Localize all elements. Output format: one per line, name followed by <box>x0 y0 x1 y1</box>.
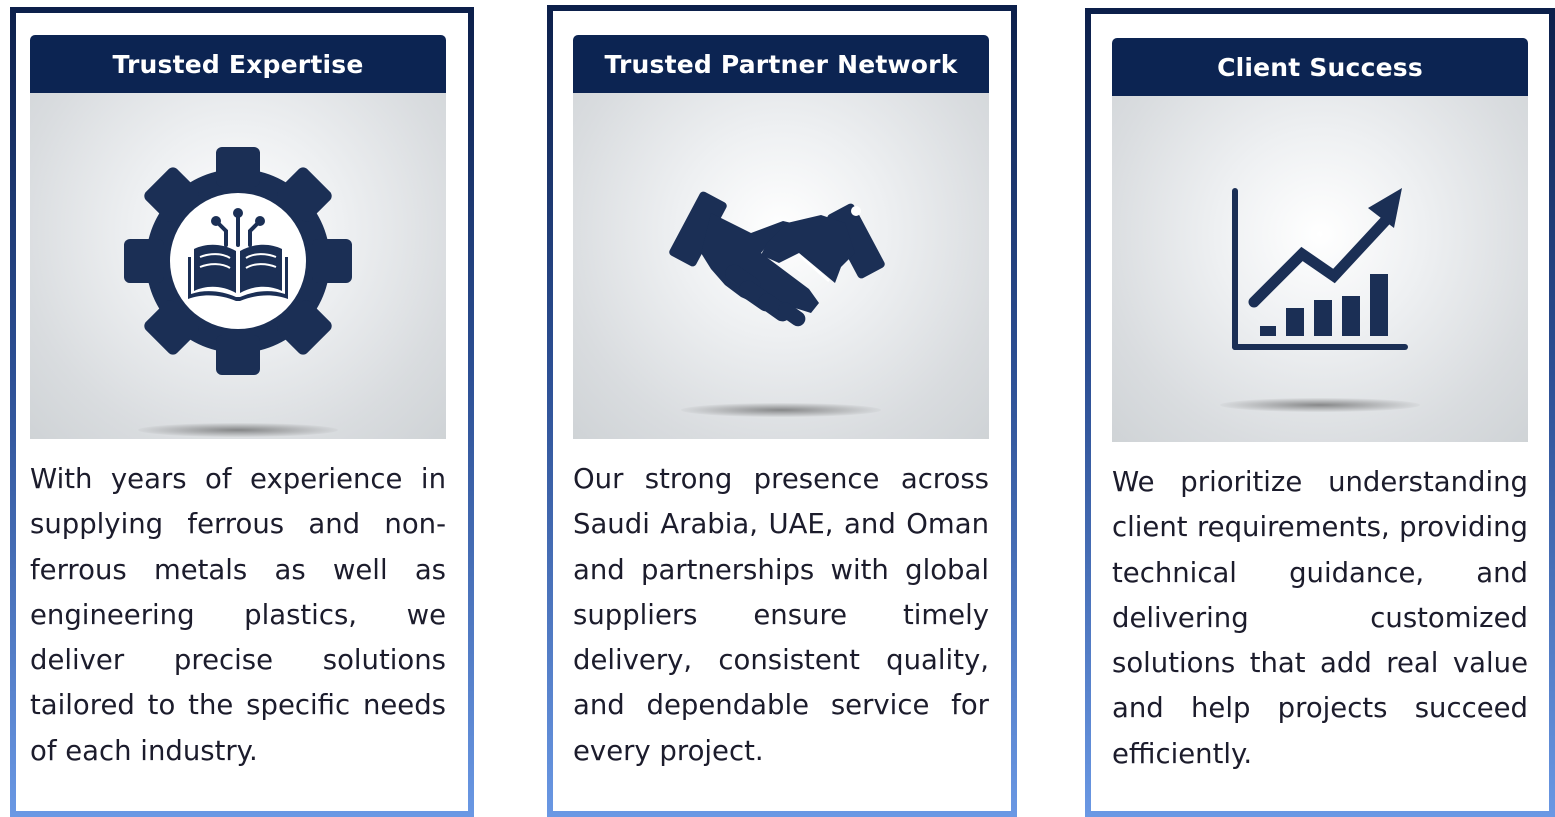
card-description: Our strong presence across Saudi Arabia,… <box>573 463 989 767</box>
card-title: Trusted Expertise <box>30 35 446 93</box>
card-trusted-partner-network: Trusted Partner Network Our strong prese… <box>547 5 1017 817</box>
card-description: With years of experience in supplying fe… <box>30 463 446 767</box>
card-image <box>30 93 446 439</box>
card-description: We prioritize understanding client requi… <box>1112 466 1528 770</box>
card-title: Client Success <box>1112 38 1528 96</box>
handshake-icon <box>669 191 885 327</box>
card-title: Trusted Partner Network <box>573 35 989 93</box>
card-trusted-expertise: Trusted Expertise With years of experien… <box>10 7 474 817</box>
growth-chart-icon <box>1232 188 1408 350</box>
gear-book-icon <box>124 147 352 375</box>
card-image <box>1112 96 1528 442</box>
card-image <box>573 93 989 439</box>
card-client-success: Client Success We prioritize understandi… <box>1085 8 1555 817</box>
